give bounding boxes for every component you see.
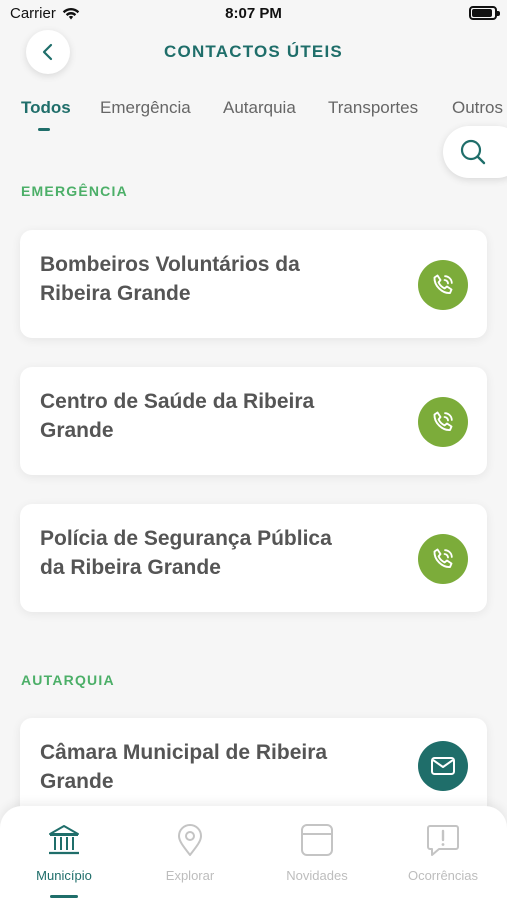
contact-card[interactable]: Centro de Saúde da Ribeira Grande xyxy=(20,367,487,475)
contact-card[interactable]: Bombeiros Voluntários da Ribeira Grande xyxy=(20,230,487,338)
contact-name: Centro de Saúde da Ribeira Grande xyxy=(40,390,315,442)
battery-icon xyxy=(469,6,500,20)
nav-label: Novidades xyxy=(286,868,348,883)
phone-icon xyxy=(433,411,453,431)
nav-item-novidades[interactable]: Novidades xyxy=(254,806,380,900)
contact-name: Polícia de Segurança Pública da Ribeira … xyxy=(40,527,332,579)
nav-label: Ocorrências xyxy=(407,868,479,883)
tab-todos[interactable]: Todos xyxy=(21,98,71,118)
nav-label: Município xyxy=(36,868,92,883)
section-title-emergencia: EMERGÊNCIA xyxy=(21,183,128,199)
status-bar: Carrier 8:07 PM xyxy=(0,0,507,30)
tab-emergencia[interactable]: Emergência xyxy=(100,98,191,118)
bottom-navigation: Município Explorar Novidades Ocorrências xyxy=(0,806,507,900)
contact-name: Câmara Municipal de Ribeira Grande xyxy=(40,741,328,793)
nav-item-municipio[interactable]: Município xyxy=(1,806,127,900)
search-icon xyxy=(460,139,486,165)
page-title: CONTACTOS ÚTEIS xyxy=(164,42,343,61)
tab-autarquia[interactable]: Autarquia xyxy=(223,98,296,118)
alert-icon xyxy=(427,825,459,856)
search-button[interactable] xyxy=(443,126,507,178)
phone-icon xyxy=(433,274,453,294)
battery-level xyxy=(472,9,492,17)
municipality-icon xyxy=(49,825,79,855)
call-button[interactable] xyxy=(418,397,468,447)
active-tab-indicator xyxy=(38,128,50,131)
nav-label: Explorar xyxy=(165,868,215,883)
news-icon xyxy=(301,824,333,856)
call-button[interactable] xyxy=(418,260,468,310)
status-time: 8:07 PM xyxy=(225,5,282,22)
active-nav-indicator xyxy=(50,895,78,898)
contact-card[interactable]: Polícia de Segurança Pública da Ribeira … xyxy=(20,504,487,612)
category-tabs: Todos Emergência Autarquia Transportes O… xyxy=(0,98,507,138)
call-button[interactable] xyxy=(418,534,468,584)
mail-icon xyxy=(431,757,455,775)
mail-button[interactable] xyxy=(418,741,468,791)
contact-name: Bombeiros Voluntários da Ribeira Grande xyxy=(40,253,300,305)
tab-outros[interactable]: Outros xyxy=(452,98,503,118)
nav-item-explorar[interactable]: Explorar xyxy=(127,806,253,900)
phone-icon xyxy=(433,548,453,568)
location-pin-icon xyxy=(178,824,202,856)
nav-item-ocorrencias[interactable]: Ocorrências xyxy=(380,806,506,900)
tab-transportes[interactable]: Transportes xyxy=(328,98,418,118)
section-title-autarquia: AUTARQUIA xyxy=(21,672,115,688)
